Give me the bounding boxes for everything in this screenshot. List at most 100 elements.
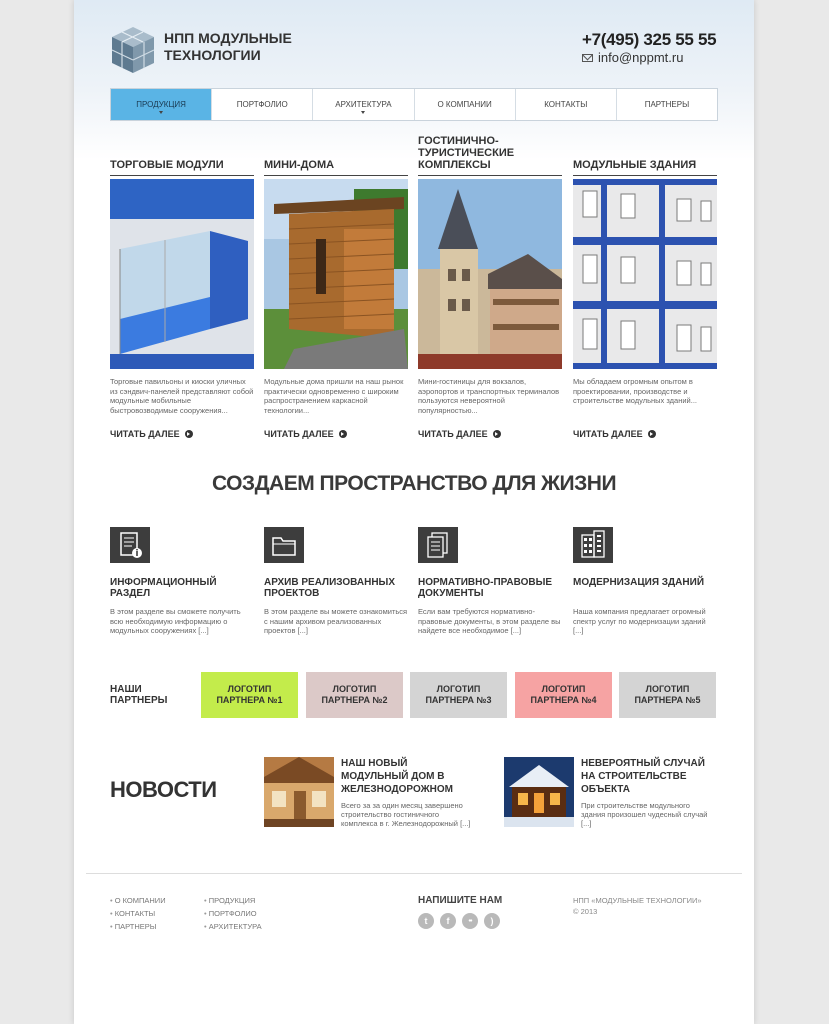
feature-title[interactable]: ИНФОРМАЦИОННЫЙ РАЗДЕЛ — [110, 577, 254, 601]
main-nav: Продукция Портфолио Архитектура О компан… — [110, 88, 718, 121]
folder-icon[interactable] — [264, 527, 304, 563]
chevron-down-icon — [159, 111, 164, 114]
card-description: Мы обладаем огромным опытом в проектиров… — [573, 377, 697, 405]
news-item-2: НЕВЕРОЯТНЫЙ СЛУЧАЙ НА СТРОИТЕЛЬСТВЕ ОБЪЕ… — [581, 757, 716, 828]
nav-item-contacts[interactable]: Контакты — [516, 89, 617, 120]
write-us-heading: НАПИШИТЕ НАМ — [418, 895, 503, 906]
footer-link-products[interactable]: ПРОДУКЦИЯ — [204, 894, 262, 907]
partners-label-line-2: ПАРТНЕРЫ — [110, 695, 168, 706]
footer-link-architecture[interactable]: АРХИТЕКТУРА — [204, 920, 262, 933]
read-more-link[interactable]: ЧИТАТЬ ДАЛЕЕ — [264, 429, 408, 439]
nav-label: О компании — [437, 100, 492, 109]
news-house-image — [264, 757, 334, 827]
rss-icon[interactable]: ) — [484, 913, 500, 929]
card-description: Торговые павильоны и киоски уличных из с… — [110, 377, 254, 415]
feature-title[interactable]: АРХИВ РЕАЛИЗОВАННЫХ ПРОЕКТОВ — [264, 577, 408, 601]
arrow-right-circle-icon — [338, 430, 347, 438]
email-link[interactable]: info@nppmt.ru — [598, 50, 683, 65]
card-title[interactable]: ГОСТИНИЧНО-ТУРИСТИЧЕСКИЕ КОМПЛЕКСЫ — [418, 135, 562, 176]
feature-info-section: ИНФОРМАЦИОННЫЙ РАЗДЕЛ В этом разделе вы … — [110, 527, 254, 636]
news-image-house[interactable] — [264, 757, 334, 827]
partner-logo-line-1: ЛОГОТИП — [645, 684, 690, 694]
feature-documents-section: НОРМАТИВНО-ПРАВОВЫЕ ДОКУМЕНТЫ Если вам т… — [418, 527, 562, 636]
feature-description: В этом разделе вы сможете получить всю н… — [110, 607, 241, 635]
news-text: Всего за за один месяц завершено строите… — [341, 801, 471, 828]
chevron-down-icon — [361, 111, 366, 114]
nav-item-about[interactable]: О компании — [415, 89, 516, 120]
partner-logo-4[interactable]: ЛОГОТИП ПАРТНЕРА №4 — [515, 672, 612, 718]
twitter-icon[interactable]: t — [418, 913, 434, 929]
card-image-modular-building[interactable] — [573, 179, 717, 369]
feature-description: Наша компания предлагает огромный спектр… — [573, 607, 706, 635]
read-more-link[interactable]: ЧИТАТЬ ДАЛЕЕ — [418, 429, 562, 439]
flickr-icon[interactable]: •• — [462, 913, 478, 929]
product-card-hotel: ГОСТИНИЧНО-ТУРИСТИЧЕСКИЕ КОМПЛЕКСЫ Мини-… — [418, 135, 562, 439]
card-title[interactable]: ТОРГОВЫЕ МОДУЛИ — [110, 148, 254, 176]
card-title[interactable]: МИНИ-ДОМА — [264, 148, 408, 176]
nav-label: Архитектура — [335, 100, 392, 109]
nav-item-architecture[interactable]: Архитектура — [313, 89, 415, 120]
logo-cubes-icon[interactable] — [110, 25, 156, 75]
partner-logo-5[interactable]: ЛОГОТИП ПАРТНЕРА №5 — [619, 672, 716, 718]
footer-links-col-2: ПРОДУКЦИЯ ПОРТФОЛИО АРХИТЕКТУРА — [204, 894, 262, 933]
read-more-label: ЧИТАТЬ ДАЛЕЕ — [573, 429, 643, 439]
email-row[interactable]: info@nppmt.ru — [582, 50, 683, 65]
news-headline[interactable]: НАШ НОВЫЙ МОДУЛЬНЫЙ ДОМ В ЖЕЛЕЗНОДОРОЖНО… — [341, 757, 476, 796]
nav-label: Партнеры — [644, 100, 690, 109]
card-image-kiosk[interactable] — [110, 179, 254, 369]
partner-logo-line-1: ЛОГОТИП — [227, 684, 272, 694]
partner-logo-2[interactable]: ЛОГОТИП ПАРТНЕРА №2 — [306, 672, 403, 718]
slogan-heading: СОЗДАЕМ ПРОСТРАНСТВО ДЛЯ ЖИЗНИ — [211, 472, 617, 495]
minihouse-image — [264, 179, 408, 369]
product-card-modular-building: МОДУЛЬНЫЕ ЗДАНИЯ Мы обладаем огромным оп… — [573, 148, 717, 439]
card-image-minihouse[interactable] — [264, 179, 408, 369]
feature-title[interactable]: НОРМАТИВНО-ПРАВОВЫЕ ДОКУМЕНТЫ — [418, 577, 562, 601]
document-info-icon[interactable] — [110, 527, 150, 563]
facebook-icon[interactable]: f — [440, 913, 456, 929]
nav-item-products[interactable]: Продукция — [111, 89, 213, 120]
partners-label: НАШИ ПАРТНЕРЫ — [110, 684, 167, 706]
partner-logo-line-1: ЛОГОТИП — [541, 684, 586, 694]
news-text: При строительстве модульного здания прои… — [581, 801, 708, 828]
partner-logo-line-2: ПАРТНЕРА №1 — [216, 695, 283, 705]
logo-text[interactable]: НПП МОДУЛЬНЫЕ ТЕХНОЛОГИИ — [164, 30, 292, 64]
news-heading: НОВОСТИ — [110, 777, 217, 802]
news-cabin-image — [504, 757, 574, 827]
news-image-cabin[interactable] — [504, 757, 574, 827]
read-more-label: ЧИТАТЬ ДАЛЕЕ — [264, 429, 334, 439]
read-more-label: ЧИТАТЬ ДАЛЕЕ — [418, 429, 488, 439]
nav-label: Контакты — [544, 100, 588, 109]
kiosk-image — [110, 179, 254, 369]
partner-logo-3[interactable]: ЛОГОТИП ПАРТНЕРА №3 — [410, 672, 507, 718]
news-item-1: НАШ НОВЫЙ МОДУЛЬНЫЙ ДОМ В ЖЕЛЕЗНОДОРОЖНО… — [341, 757, 476, 828]
feature-modernization-section: МОДЕРНИЗАЦИЯ ЗДАНИЙ Наша компания предла… — [573, 527, 717, 636]
card-description: Мини-гостиницы для вокзалов, аэропортов … — [418, 377, 560, 415]
product-card-minihouse: МИНИ-ДОМА Модульные дома пришли на наш р… — [264, 148, 408, 439]
footer-links-col-1: О КОМПАНИИ КОНТАКТЫ ПАРТНЕРЫ — [110, 894, 166, 933]
footer-link-partners[interactable]: ПАРТНЕРЫ — [110, 920, 166, 933]
feature-title[interactable]: МОДЕРНИЗАЦИЯ ЗДАНИЙ — [573, 577, 717, 601]
card-title[interactable]: МОДУЛЬНЫЕ ЗДАНИЯ — [573, 148, 717, 176]
partner-logo-1[interactable]: ЛОГОТИП ПАРТНЕРА №1 — [201, 672, 298, 718]
mail-icon — [582, 53, 593, 62]
building-icon[interactable] — [573, 527, 613, 563]
logo-line-1: НПП МОДУЛЬНЫЕ — [164, 30, 292, 46]
hotel-image — [418, 179, 562, 369]
partner-logo-line-1: ЛОГОТИП — [332, 684, 377, 694]
footer-link-contacts[interactable]: КОНТАКТЫ — [110, 907, 166, 920]
card-image-hotel[interactable] — [418, 179, 562, 369]
card-description: Модульные дома пришли на наш рынок практ… — [264, 377, 404, 415]
phone-number: +7(495) 325 55 55 — [582, 30, 717, 49]
social-links: t f •• ) — [418, 913, 500, 929]
read-more-link[interactable]: ЧИТАТЬ ДАЛЕЕ — [110, 429, 254, 439]
read-more-link[interactable]: ЧИТАТЬ ДАЛЕЕ — [573, 429, 717, 439]
footer-link-about[interactable]: О КОМПАНИИ — [110, 894, 166, 907]
news-headline[interactable]: НЕВЕРОЯТНЫЙ СЛУЧАЙ НА СТРОИТЕЛЬСТВЕ ОБЪЕ… — [581, 757, 716, 796]
documents-icon[interactable] — [418, 527, 458, 563]
copyright-line-1: НПП «МОДУЛЬНЫЕ ТЕХНОЛОГИИ» — [573, 896, 702, 905]
feature-archive-section: АРХИВ РЕАЛИЗОВАННЫХ ПРОЕКТОВ В этом разд… — [264, 527, 408, 636]
nav-item-partners[interactable]: Партнеры — [617, 89, 717, 120]
arrow-right-circle-icon — [647, 430, 656, 438]
nav-item-portfolio[interactable]: Портфолио — [212, 89, 314, 120]
footer-link-portfolio[interactable]: ПОРТФОЛИО — [204, 907, 262, 920]
